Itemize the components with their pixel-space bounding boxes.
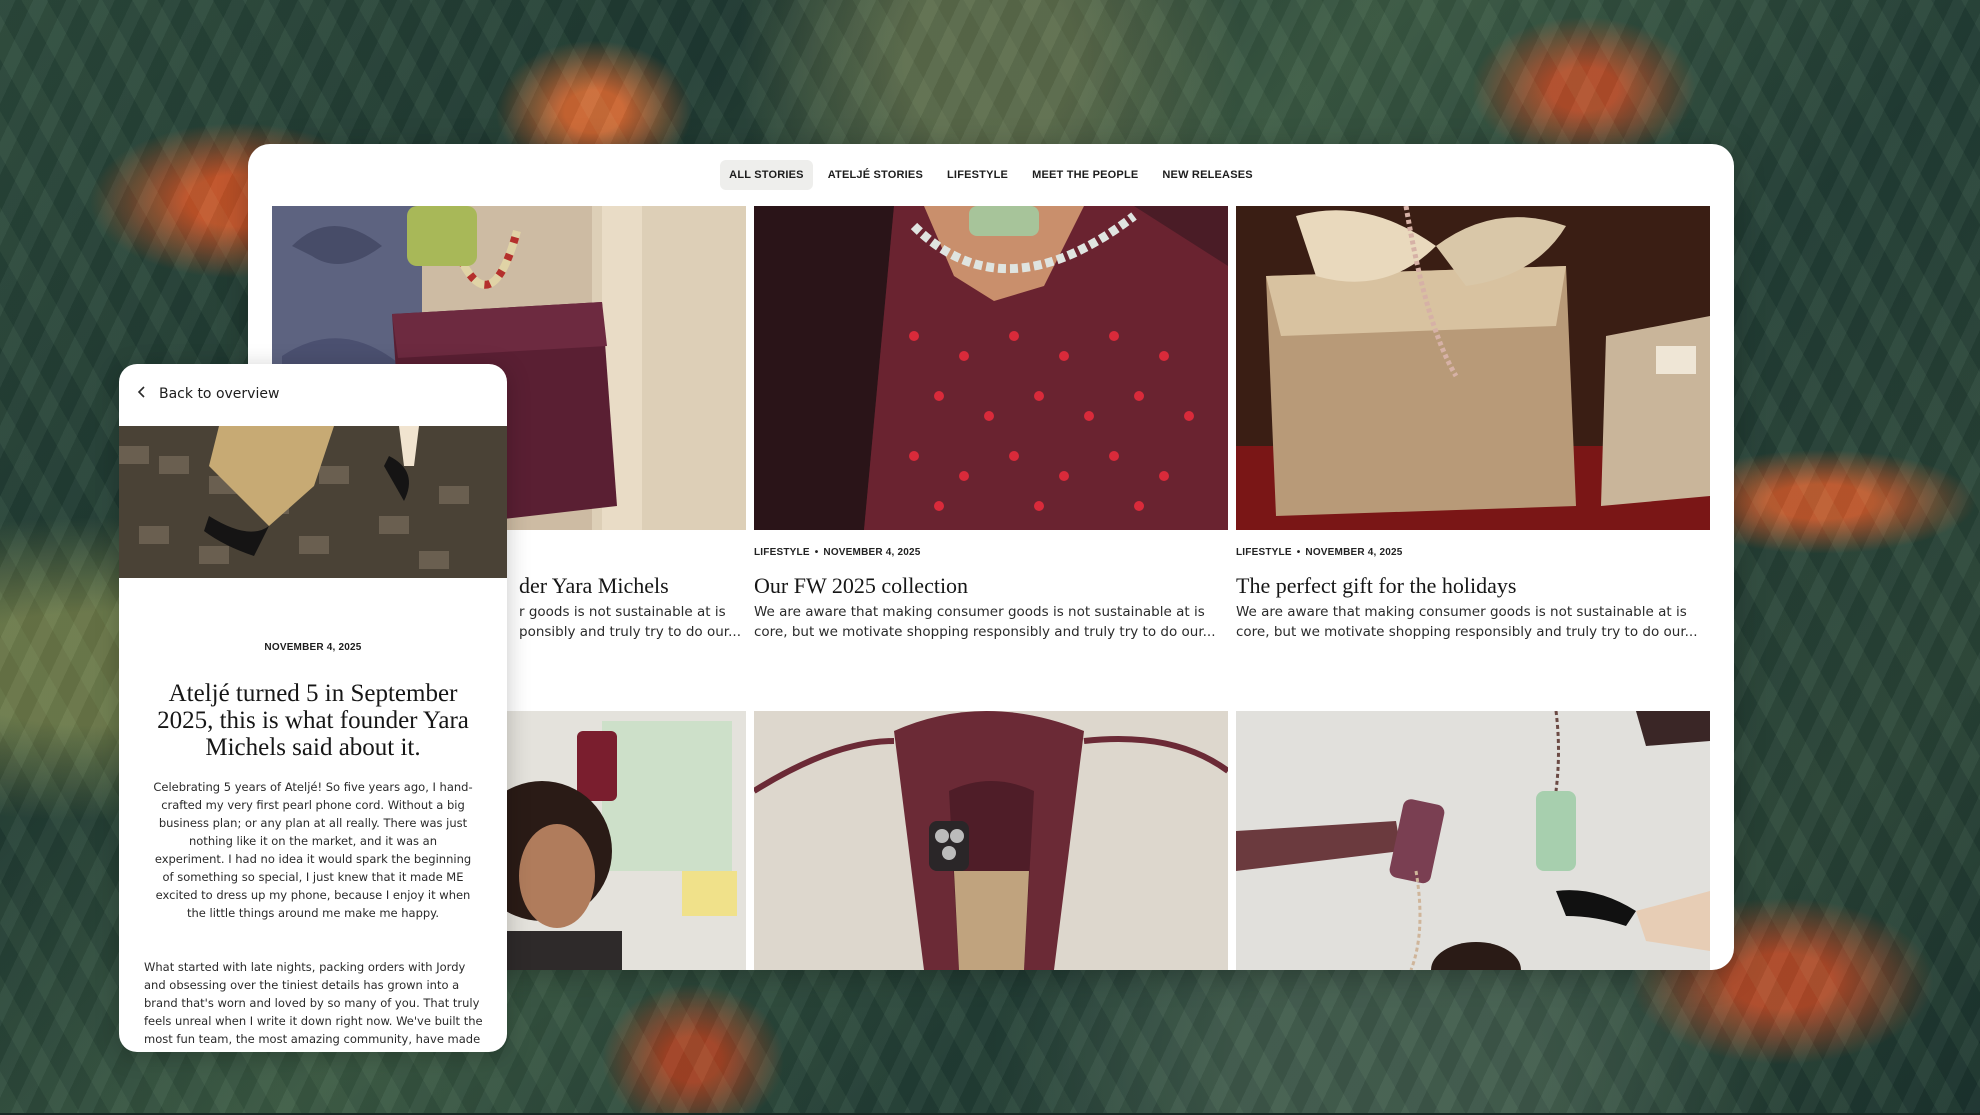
story-excerpt: We are aware that making consumer goods … [1236,604,1698,640]
back-link-label[interactable]: Back to overview [159,386,279,402]
story-detail-panel: Back to overview NOVEMBER 4, 2025 Ateljé… [119,364,507,1052]
chevron-left-icon [137,385,147,404]
tab-lifestyle[interactable]: LIFESTYLE [938,160,1017,190]
meta-separator: • [814,547,819,558]
detail-hero-image [119,426,507,578]
story-image-gift[interactable] [1236,206,1710,530]
story-title[interactable]: The perfect gift for the holidays [1236,573,1710,599]
story-category[interactable]: LIFESTYLE [754,547,810,558]
detail-paragraph-1: Celebrating 5 years of Ateljé! So five y… [153,780,473,920]
story-meta: LIFESTYLE • NOVEMBER 4, 2025 [1236,547,1403,558]
tab-new-releases[interactable]: NEW RELEASES [1153,160,1261,190]
detail-title: Ateljé turned 5 in September 2025, this … [157,680,469,761]
story-title[interactable]: Our FW 2025 collection [754,573,1228,599]
story-excerpt-line: ponsibly and truly try to do our... [519,624,741,640]
story-title-visible[interactable]: der Yara Michels [519,573,746,599]
tab-all-stories[interactable]: ALL STORIES [720,160,813,190]
story-date: NOVEMBER 4, 2025 [823,547,921,558]
story-image-hands-phones[interactable] [1236,711,1710,970]
category-tabs: ALL STORIES ATELJÉ STORIES LIFESTYLE MEE… [248,160,1734,190]
tab-atelje-stories[interactable]: ATELJÉ STORIES [819,160,932,190]
story-excerpt-line: r goods is not sustainable at is [519,604,726,620]
story-date: NOVEMBER 4, 2025 [1305,547,1403,558]
story-category[interactable]: LIFESTYLE [1236,547,1292,558]
meta-separator: • [1296,547,1301,558]
detail-date: NOVEMBER 4, 2025 [264,642,362,653]
story-excerpt: r goods is not sustainable at is ponsibl… [519,602,746,642]
story-excerpt: We are aware that making consumer goods … [754,604,1216,640]
story-meta: LIFESTYLE • NOVEMBER 4, 2025 [754,547,921,558]
story-image-dress[interactable] [754,206,1228,530]
detail-paragraph-2: What started with late nights, packing o… [144,960,483,1046]
story-image-bag-top[interactable] [754,711,1228,970]
tab-meet-the-people[interactable]: MEET THE PEOPLE [1023,160,1147,190]
back-to-overview-link[interactable]: Back to overview [137,378,279,410]
